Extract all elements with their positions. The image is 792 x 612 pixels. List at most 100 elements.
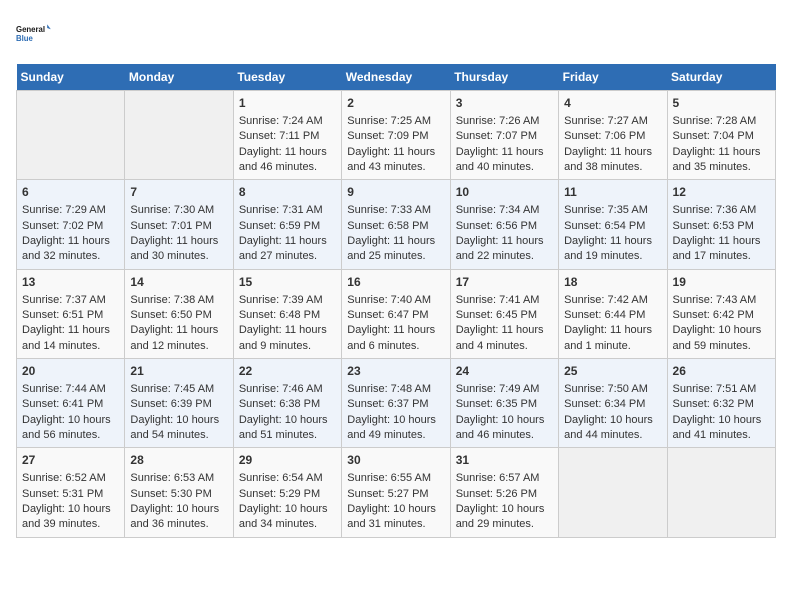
- day-number: 30: [347, 452, 444, 469]
- daylight: Daylight: 11 hours and 14 minutes.: [22, 324, 110, 351]
- calendar-cell: 18 Sunrise: 7:42 AM Sunset: 6:44 PM Dayl…: [559, 269, 667, 358]
- sunrise: Sunrise: 7:25 AM: [347, 115, 431, 127]
- day-number: 29: [239, 452, 336, 469]
- daylight: Daylight: 10 hours and 34 minutes.: [239, 503, 328, 530]
- sunset: Sunset: 6:51 PM: [22, 309, 103, 321]
- calendar-cell: 10 Sunrise: 7:34 AM Sunset: 6:56 PM Dayl…: [450, 180, 558, 269]
- svg-text:Blue: Blue: [16, 34, 34, 43]
- calendar-cell: 6 Sunrise: 7:29 AM Sunset: 7:02 PM Dayli…: [17, 180, 125, 269]
- day-number: 14: [130, 274, 227, 291]
- calendar-cell: 9 Sunrise: 7:33 AM Sunset: 6:58 PM Dayli…: [342, 180, 450, 269]
- sunrise: Sunrise: 7:45 AM: [130, 383, 214, 395]
- sunset: Sunset: 5:29 PM: [239, 488, 320, 500]
- daylight: Daylight: 10 hours and 41 minutes.: [673, 414, 762, 441]
- day-number: 21: [130, 363, 227, 380]
- daylight: Daylight: 10 hours and 49 minutes.: [347, 414, 436, 441]
- day-header-saturday: Saturday: [667, 64, 775, 91]
- day-number: 28: [130, 452, 227, 469]
- sunrise: Sunrise: 7:33 AM: [347, 204, 431, 216]
- sunrise: Sunrise: 7:30 AM: [130, 204, 214, 216]
- sunrise: Sunrise: 7:26 AM: [456, 115, 540, 127]
- calendar-cell: 12 Sunrise: 7:36 AM Sunset: 6:53 PM Dayl…: [667, 180, 775, 269]
- day-number: 11: [564, 184, 661, 201]
- sunset: Sunset: 6:47 PM: [347, 309, 428, 321]
- sunset: Sunset: 6:42 PM: [673, 309, 754, 321]
- calendar-cell: 8 Sunrise: 7:31 AM Sunset: 6:59 PM Dayli…: [233, 180, 341, 269]
- daylight: Daylight: 10 hours and 46 minutes.: [456, 414, 545, 441]
- day-number: 25: [564, 363, 661, 380]
- daylight: Daylight: 11 hours and 32 minutes.: [22, 235, 110, 262]
- sunrise: Sunrise: 7:35 AM: [564, 204, 648, 216]
- day-number: 24: [456, 363, 553, 380]
- calendar-cell: 7 Sunrise: 7:30 AM Sunset: 7:01 PM Dayli…: [125, 180, 233, 269]
- sunset: Sunset: 6:38 PM: [239, 398, 320, 410]
- sunset: Sunset: 6:59 PM: [239, 220, 320, 232]
- sunrise: Sunrise: 7:39 AM: [239, 294, 323, 306]
- sunset: Sunset: 6:48 PM: [239, 309, 320, 321]
- sunset: Sunset: 6:35 PM: [456, 398, 537, 410]
- daylight: Daylight: 10 hours and 36 minutes.: [130, 503, 219, 530]
- sunrise: Sunrise: 7:41 AM: [456, 294, 540, 306]
- sunrise: Sunrise: 7:48 AM: [347, 383, 431, 395]
- sunrise: Sunrise: 6:53 AM: [130, 472, 214, 484]
- sunrise: Sunrise: 7:40 AM: [347, 294, 431, 306]
- sunrise: Sunrise: 7:24 AM: [239, 115, 323, 127]
- calendar-cell: 13 Sunrise: 7:37 AM Sunset: 6:51 PM Dayl…: [17, 269, 125, 358]
- sunset: Sunset: 6:45 PM: [456, 309, 537, 321]
- calendar-cell: 26 Sunrise: 7:51 AM Sunset: 6:32 PM Dayl…: [667, 359, 775, 448]
- svg-text:General: General: [16, 25, 45, 34]
- daylight: Daylight: 10 hours and 51 minutes.: [239, 414, 328, 441]
- calendar-cell: 4 Sunrise: 7:27 AM Sunset: 7:06 PM Dayli…: [559, 91, 667, 180]
- sunset: Sunset: 6:50 PM: [130, 309, 211, 321]
- daylight: Daylight: 10 hours and 29 minutes.: [456, 503, 545, 530]
- day-number: 22: [239, 363, 336, 380]
- day-number: 2: [347, 95, 444, 112]
- calendar-cell: 11 Sunrise: 7:35 AM Sunset: 6:54 PM Dayl…: [559, 180, 667, 269]
- calendar-table: SundayMondayTuesdayWednesdayThursdayFrid…: [16, 64, 776, 538]
- day-header-tuesday: Tuesday: [233, 64, 341, 91]
- daylight: Daylight: 11 hours and 43 minutes.: [347, 146, 435, 173]
- sunrise: Sunrise: 7:29 AM: [22, 204, 106, 216]
- day-number: 16: [347, 274, 444, 291]
- day-number: 13: [22, 274, 119, 291]
- sunrise: Sunrise: 7:42 AM: [564, 294, 648, 306]
- day-number: 20: [22, 363, 119, 380]
- sunset: Sunset: 7:02 PM: [22, 220, 103, 232]
- calendar-cell: [559, 448, 667, 537]
- calendar-cell: 23 Sunrise: 7:48 AM Sunset: 6:37 PM Dayl…: [342, 359, 450, 448]
- sunrise: Sunrise: 7:27 AM: [564, 115, 648, 127]
- calendar-cell: 2 Sunrise: 7:25 AM Sunset: 7:09 PM Dayli…: [342, 91, 450, 180]
- day-header-thursday: Thursday: [450, 64, 558, 91]
- sunset: Sunset: 6:58 PM: [347, 220, 428, 232]
- day-number: 19: [673, 274, 770, 291]
- daylight: Daylight: 11 hours and 38 minutes.: [564, 146, 652, 173]
- calendar-cell: 3 Sunrise: 7:26 AM Sunset: 7:07 PM Dayli…: [450, 91, 558, 180]
- week-row-4: 20 Sunrise: 7:44 AM Sunset: 6:41 PM Dayl…: [17, 359, 776, 448]
- daylight: Daylight: 10 hours and 56 minutes.: [22, 414, 111, 441]
- calendar-cell: 1 Sunrise: 7:24 AM Sunset: 7:11 PM Dayli…: [233, 91, 341, 180]
- sunset: Sunset: 6:37 PM: [347, 398, 428, 410]
- day-number: 12: [673, 184, 770, 201]
- day-number: 6: [22, 184, 119, 201]
- daylight: Daylight: 10 hours and 44 minutes.: [564, 414, 653, 441]
- sunset: Sunset: 7:11 PM: [239, 130, 320, 142]
- sunset: Sunset: 5:31 PM: [22, 488, 103, 500]
- logo-svg: General Blue: [16, 16, 52, 52]
- daylight: Daylight: 11 hours and 1 minute.: [564, 324, 652, 351]
- calendar-cell: 30 Sunrise: 6:55 AM Sunset: 5:27 PM Dayl…: [342, 448, 450, 537]
- day-header-friday: Friday: [559, 64, 667, 91]
- sunset: Sunset: 5:27 PM: [347, 488, 428, 500]
- sunrise: Sunrise: 6:52 AM: [22, 472, 106, 484]
- sunrise: Sunrise: 7:50 AM: [564, 383, 648, 395]
- calendar-cell: 14 Sunrise: 7:38 AM Sunset: 6:50 PM Dayl…: [125, 269, 233, 358]
- calendar-cell: [667, 448, 775, 537]
- sunset: Sunset: 7:04 PM: [673, 130, 754, 142]
- sunrise: Sunrise: 7:28 AM: [673, 115, 757, 127]
- daylight: Daylight: 11 hours and 35 minutes.: [673, 146, 761, 173]
- week-row-5: 27 Sunrise: 6:52 AM Sunset: 5:31 PM Dayl…: [17, 448, 776, 537]
- day-number: 3: [456, 95, 553, 112]
- daylight: Daylight: 11 hours and 17 minutes.: [673, 235, 761, 262]
- sunset: Sunset: 6:41 PM: [22, 398, 103, 410]
- calendar-cell: 24 Sunrise: 7:49 AM Sunset: 6:35 PM Dayl…: [450, 359, 558, 448]
- sunrise: Sunrise: 7:38 AM: [130, 294, 214, 306]
